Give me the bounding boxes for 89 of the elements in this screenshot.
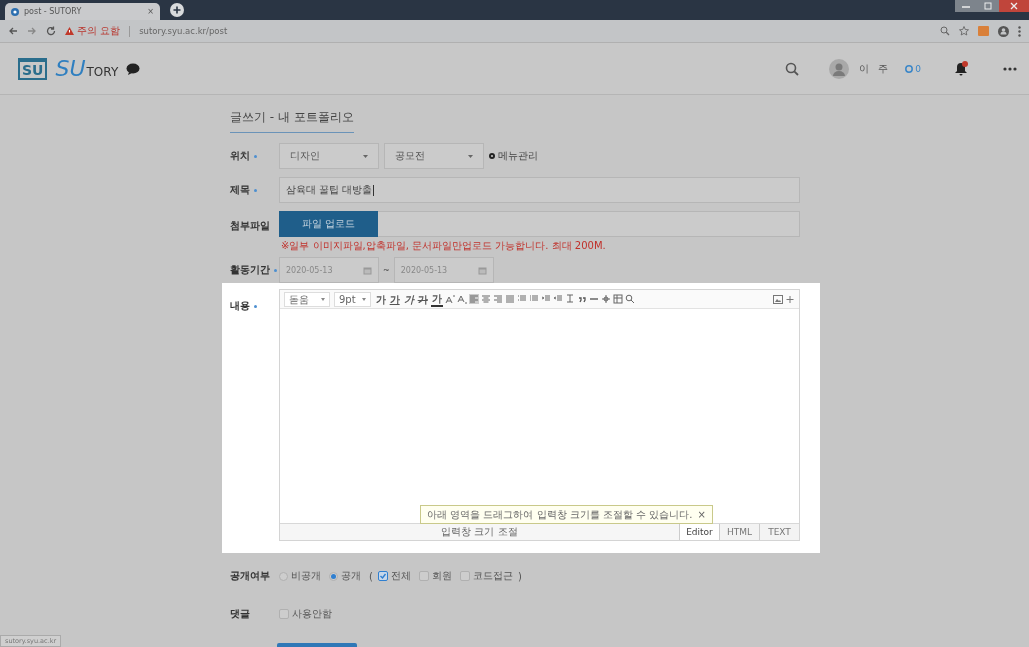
checkbox[interactable] — [459, 571, 470, 581]
date-separator: ~ — [383, 265, 390, 275]
tab-close-button[interactable]: × — [147, 7, 154, 16]
attachment-icon[interactable] — [785, 294, 795, 304]
message-icon — [905, 64, 914, 73]
checkbox-option[interactable]: 회원 — [418, 569, 452, 583]
star-icon[interactable] — [959, 26, 969, 36]
quote-icon[interactable] — [576, 294, 587, 304]
site-icon — [11, 7, 19, 16]
editor-mode-tab[interactable]: Editor — [679, 524, 719, 540]
site-logo[interactable]: SUTORY — [55, 56, 119, 81]
find-icon[interactable] — [624, 294, 635, 304]
bracket-text: ) — [517, 570, 522, 582]
calendar-icon — [363, 265, 372, 275]
select-field[interactable]: 공모전 — [384, 143, 484, 169]
warning-text: 주의 요함 — [77, 24, 121, 38]
checkbox[interactable] — [377, 571, 388, 581]
title-input[interactable]: 삼육대 꿀팁 대방출 — [279, 177, 800, 203]
user-name[interactable]: 이 주 — [859, 61, 892, 76]
align-left-icon[interactable] — [468, 294, 479, 304]
checkbox[interactable] — [279, 609, 289, 619]
indent-icon[interactable] — [540, 294, 551, 304]
close-button[interactable] — [999, 0, 1029, 12]
radio-option[interactable]: 공개 — [329, 569, 361, 583]
new-tab-icon[interactable] — [170, 3, 184, 17]
minimize-button[interactable] — [955, 0, 977, 12]
search-icon[interactable] — [785, 61, 800, 76]
bracket-text: ( — [369, 570, 373, 582]
format-button[interactable]: 가 — [430, 291, 443, 307]
menu-manage-link[interactable]: 메뉴관리 — [489, 149, 538, 163]
size-select[interactable]: 9pt — [334, 291, 371, 307]
bullet-list-icon[interactable] — [516, 294, 527, 304]
bell-icon[interactable] — [953, 60, 969, 77]
warning-icon — [65, 27, 74, 35]
reload-icon[interactable] — [46, 26, 56, 36]
superscript-icon[interactable] — [444, 294, 455, 304]
address-url[interactable]: sutory.syu.ac.kr/post — [139, 26, 228, 36]
caret-icon — [321, 297, 325, 301]
align-center-icon[interactable] — [480, 294, 491, 304]
select-field[interactable]: 디자인 — [279, 143, 379, 169]
outdent-icon[interactable] — [552, 294, 563, 304]
calendar-icon — [477, 265, 487, 275]
field-label: 공개여부 — [230, 569, 270, 583]
caret-icon — [361, 297, 366, 301]
format-button[interactable]: 가 — [374, 292, 387, 306]
subscript-icon[interactable] — [456, 294, 467, 304]
field-label: 제목 — [230, 183, 250, 197]
avatar-icon[interactable] — [829, 58, 850, 79]
maximize-button[interactable] — [977, 0, 999, 12]
upload-note: ※일부 이미지파일,압축파일, 문서파일만업로드 가능합니다. 최대 200M. — [281, 239, 607, 253]
upload-button[interactable]: 파일 업로드 — [279, 211, 378, 237]
more-icon[interactable] — [1003, 66, 1017, 71]
zoom-icon[interactable] — [940, 26, 950, 36]
resize-handle[interactable]: 입력창 크기 조절 — [280, 525, 679, 539]
field-label: 내용 — [230, 299, 250, 313]
field-label: 댓글 — [230, 607, 250, 621]
tab-title: post - SUTORY — [24, 7, 83, 16]
gear-icon — [489, 153, 495, 159]
font-select[interactable]: 돋움 — [284, 291, 330, 307]
field-label: 첨부파일 — [230, 219, 270, 233]
table-icon[interactable] — [612, 294, 623, 304]
radio-option[interactable]: 비공개 — [279, 569, 321, 583]
chat-icon[interactable] — [126, 62, 141, 75]
checkbox-option[interactable]: 코드접근 — [459, 569, 513, 583]
menu-icon[interactable] — [1018, 25, 1021, 37]
page-title: 글쓰기 - 내 포트폴리오 — [230, 109, 354, 133]
resize-tooltip: 아래 영역을 드래그하여 입력창 크기를 조절할 수 있습니다. × — [420, 505, 713, 524]
field-label: 활동기간 — [230, 263, 270, 277]
radio-button[interactable] — [329, 571, 338, 581]
forward-icon[interactable] — [27, 26, 37, 36]
profile-icon[interactable] — [998, 25, 1009, 37]
security-warning[interactable]: 주의 요함 — [65, 24, 121, 38]
field-label: 위치 — [230, 149, 250, 163]
caret-icon — [468, 154, 473, 158]
rich-text-editor[interactable]: 돋움 9pt 가 가 가 가 가 입력창 크기 조절 Editor HTML TEXT 아래 영역을 드래그하여 입력창 크기를 조절할 수 있습니다. × — [279, 289, 800, 541]
numbered-list-icon[interactable] — [528, 294, 539, 304]
browser-tab[interactable]: post - SUTORY × — [5, 3, 160, 20]
format-button[interactable]: 가 — [402, 292, 415, 306]
format-button[interactable]: 가 — [416, 292, 429, 306]
checkbox-option[interactable]: 사용안함 — [279, 607, 332, 621]
tooltip-close-button[interactable]: × — [697, 508, 706, 521]
photo-icon[interactable] — [773, 294, 783, 304]
back-icon[interactable] — [8, 26, 18, 36]
caret-icon — [363, 154, 368, 158]
logo-mark: SU — [18, 57, 48, 80]
format-button[interactable]: 가 — [388, 292, 401, 306]
checkbox-option[interactable]: 전체 — [377, 569, 411, 583]
checkbox[interactable] — [418, 571, 429, 581]
check-icon — [378, 572, 387, 580]
